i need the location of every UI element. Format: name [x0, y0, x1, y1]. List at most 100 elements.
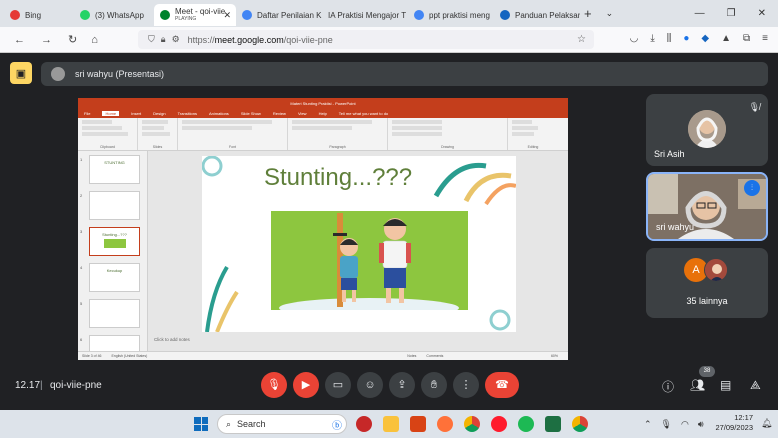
forward-icon[interactable]: →	[41, 34, 52, 46]
volume-icon[interactable]: 🔊︎	[698, 419, 704, 430]
new-tab-icon[interactable]: +	[584, 6, 592, 21]
library-icon[interactable]: ⫼	[667, 33, 672, 44]
activities-icon[interactable]: ⟁	[750, 378, 761, 393]
tab-whatsapp[interactable]: (3) WhatsApp	[74, 4, 154, 26]
shield-icon[interactable]: ⛉	[148, 34, 155, 45]
taskbar-clock[interactable]: 12:17 27/09/2023	[713, 413, 753, 433]
raise-hand-button[interactable]: ✋︎	[421, 372, 447, 398]
slide-thumbnails: 1 STUNTING 2 3 Stunting...??? 4 Kecukup …	[78, 151, 148, 360]
tab-list-icon[interactable]: ⌄	[606, 8, 614, 19]
close-window-icon[interactable]: ✕	[758, 8, 766, 19]
mic-tray-icon[interactable]: 🎙︎	[661, 419, 672, 430]
tab-panduan[interactable]: Panduan Pelaksan	[494, 4, 580, 26]
menu-icon[interactable]: ≡	[762, 33, 768, 44]
notification-bell-icon[interactable]: 🔔︎	[761, 418, 772, 429]
reload-icon[interactable]: ↻	[68, 33, 77, 46]
navigation-bar: ← → ↻ ⌂ ⛉ 🔒︎ ⚙︎ https://meet.google.com/…	[0, 27, 778, 53]
thumbnail-number: 1	[80, 157, 83, 162]
captions-button[interactable]: ▭	[325, 372, 351, 398]
firefox-icon[interactable]	[437, 416, 453, 432]
clock-time: 12:17	[734, 413, 753, 422]
status-language: English (United States)	[111, 354, 148, 358]
download-icon[interactable]: ⤓	[650, 33, 654, 44]
avatar	[51, 67, 65, 81]
camera-toggle-button[interactable]: ▶︎	[293, 372, 319, 398]
home-icon[interactable]: ⌂	[91, 34, 98, 46]
chrome-icon[interactable]	[464, 416, 480, 432]
emoji-button[interactable]: ☺	[357, 372, 383, 398]
presenter-label: sri wahyu (Presentasi)	[75, 69, 165, 79]
end-call-button[interactable]: ☎︎	[485, 372, 519, 398]
excel-icon[interactable]	[545, 416, 561, 432]
slide-thumbnail-4: Kecukup	[89, 263, 140, 292]
search-icon: ⌕	[226, 418, 232, 429]
stunting-illustration	[271, 211, 468, 310]
permissions-icon[interactable]: ⚙︎	[172, 34, 180, 45]
lock-icon[interactable]: 🔒︎	[161, 34, 166, 45]
participant-photo	[688, 110, 726, 148]
back-icon[interactable]: ←	[14, 34, 25, 46]
participant-tile-sri-wahyu[interactable]: ⫶ sri wahyu	[646, 172, 768, 241]
separator: |	[40, 380, 43, 391]
chat-icon[interactable]: ▤	[720, 378, 731, 392]
meeting-time: 12.17	[15, 380, 41, 391]
leaf-decoration-top-left	[202, 156, 223, 177]
app-icon-3[interactable]	[410, 416, 426, 432]
url-text: https://meet.google.com/qoi-viie-pne	[187, 34, 333, 45]
tab-label: IA Praktisi Mengajor T	[328, 10, 407, 20]
slide-title: Stunting...???	[264, 164, 413, 191]
leaf-decoration-top-right	[433, 162, 516, 206]
minimize-icon[interactable]: —	[695, 8, 705, 19]
thumbnail-number: 2	[80, 193, 83, 198]
ribbon-group-clipboard: Clipboard	[78, 118, 138, 150]
start-icon[interactable]	[194, 417, 208, 431]
opera-icon[interactable]	[491, 416, 507, 432]
tab-label: Meet - qoi-viie	[175, 7, 226, 16]
close-tab-icon[interactable]: ✕	[223, 10, 231, 21]
pocket-icon[interactable]: ◡	[630, 33, 639, 44]
more-options-button[interactable]: ⋮	[453, 372, 479, 398]
ppt-tab-review: Review	[272, 111, 286, 116]
mic-off-icon: 🎙︎̸	[748, 102, 760, 112]
maximize-icon[interactable]: ❐	[727, 8, 736, 19]
chrome-icon-2[interactable]	[572, 416, 588, 432]
tab-daftar[interactable]: Daftar Penilaian K	[236, 4, 322, 26]
ppt-tell-me: Tell me what you want to do	[338, 111, 389, 116]
wifi-icon[interactable]: ◠	[681, 419, 689, 430]
avatar	[704, 258, 728, 282]
participant-name: Sri Asih	[654, 149, 685, 159]
people-icon[interactable]: 👥︎	[690, 378, 705, 392]
taskbar-search[interactable]: ⌕ Search ⓑ	[217, 414, 347, 434]
extension-icon[interactable]: ●	[683, 33, 689, 44]
extension-icon-2[interactable]: ◆	[701, 33, 709, 44]
address-bar[interactable]: ⛉ 🔒︎ ⚙︎ https://meet.google.com/qoi-viie…	[138, 30, 594, 49]
extensions-icon[interactable]: ⧉	[743, 33, 750, 44]
ppt-ribbon: Clipboard Slides Font Paragraph Drawing …	[78, 118, 568, 151]
participant-tile-others[interactable]: A 35 lainnya	[646, 248, 768, 318]
tab-bing[interactable]: Bing	[4, 4, 74, 26]
bookmark-star-icon[interactable]: ☆	[577, 34, 586, 45]
tab-ppt-praktisi[interactable]: ppt praktisi meng	[408, 4, 494, 26]
mic-toggle-button[interactable]: 🎙︎	[261, 372, 287, 398]
file-explorer-icon[interactable]	[383, 416, 399, 432]
tab-ia-praktisi[interactable]: IA Praktisi Mengajor T	[322, 4, 408, 26]
slide-thumbnail-5	[89, 299, 140, 328]
app-icon-1[interactable]	[356, 416, 372, 432]
extension-icon-3[interactable]: ▲	[721, 33, 731, 44]
chevron-up-icon[interactable]: ⌃	[644, 419, 652, 430]
docs-icon	[242, 10, 252, 20]
participant-tile-sri-asih[interactable]: 🎙︎̸ Sri Asih	[646, 94, 768, 166]
present-button[interactable]: ⇪	[389, 372, 415, 398]
present-screen-icon[interactable]: ▣	[10, 62, 32, 84]
meeting-code: qoi-viie-pne	[50, 380, 102, 391]
spotify-icon[interactable]	[518, 416, 534, 432]
ppt-tab-animations: Animations	[209, 111, 229, 116]
ppt-workspace: 1 STUNTING 2 3 Stunting...??? 4 Kecukup …	[78, 151, 568, 360]
tab-meet[interactable]: Meet - qoi-viie PLAYING ✕	[154, 4, 236, 26]
meet-controls: 12.17 | qoi-viie-pne 🎙︎ ▶︎ ▭ ☺ ⇪ ✋︎ ⋮ ☎︎…	[0, 366, 778, 406]
ribbon-group-drawing: Drawing	[388, 118, 508, 150]
ppt-tab-design: Design	[153, 111, 166, 116]
ribbon-group-editing: Editing	[508, 118, 558, 150]
info-icon[interactable]: ⓘ	[662, 378, 674, 395]
tab-label: Daftar Penilaian K	[257, 10, 322, 20]
